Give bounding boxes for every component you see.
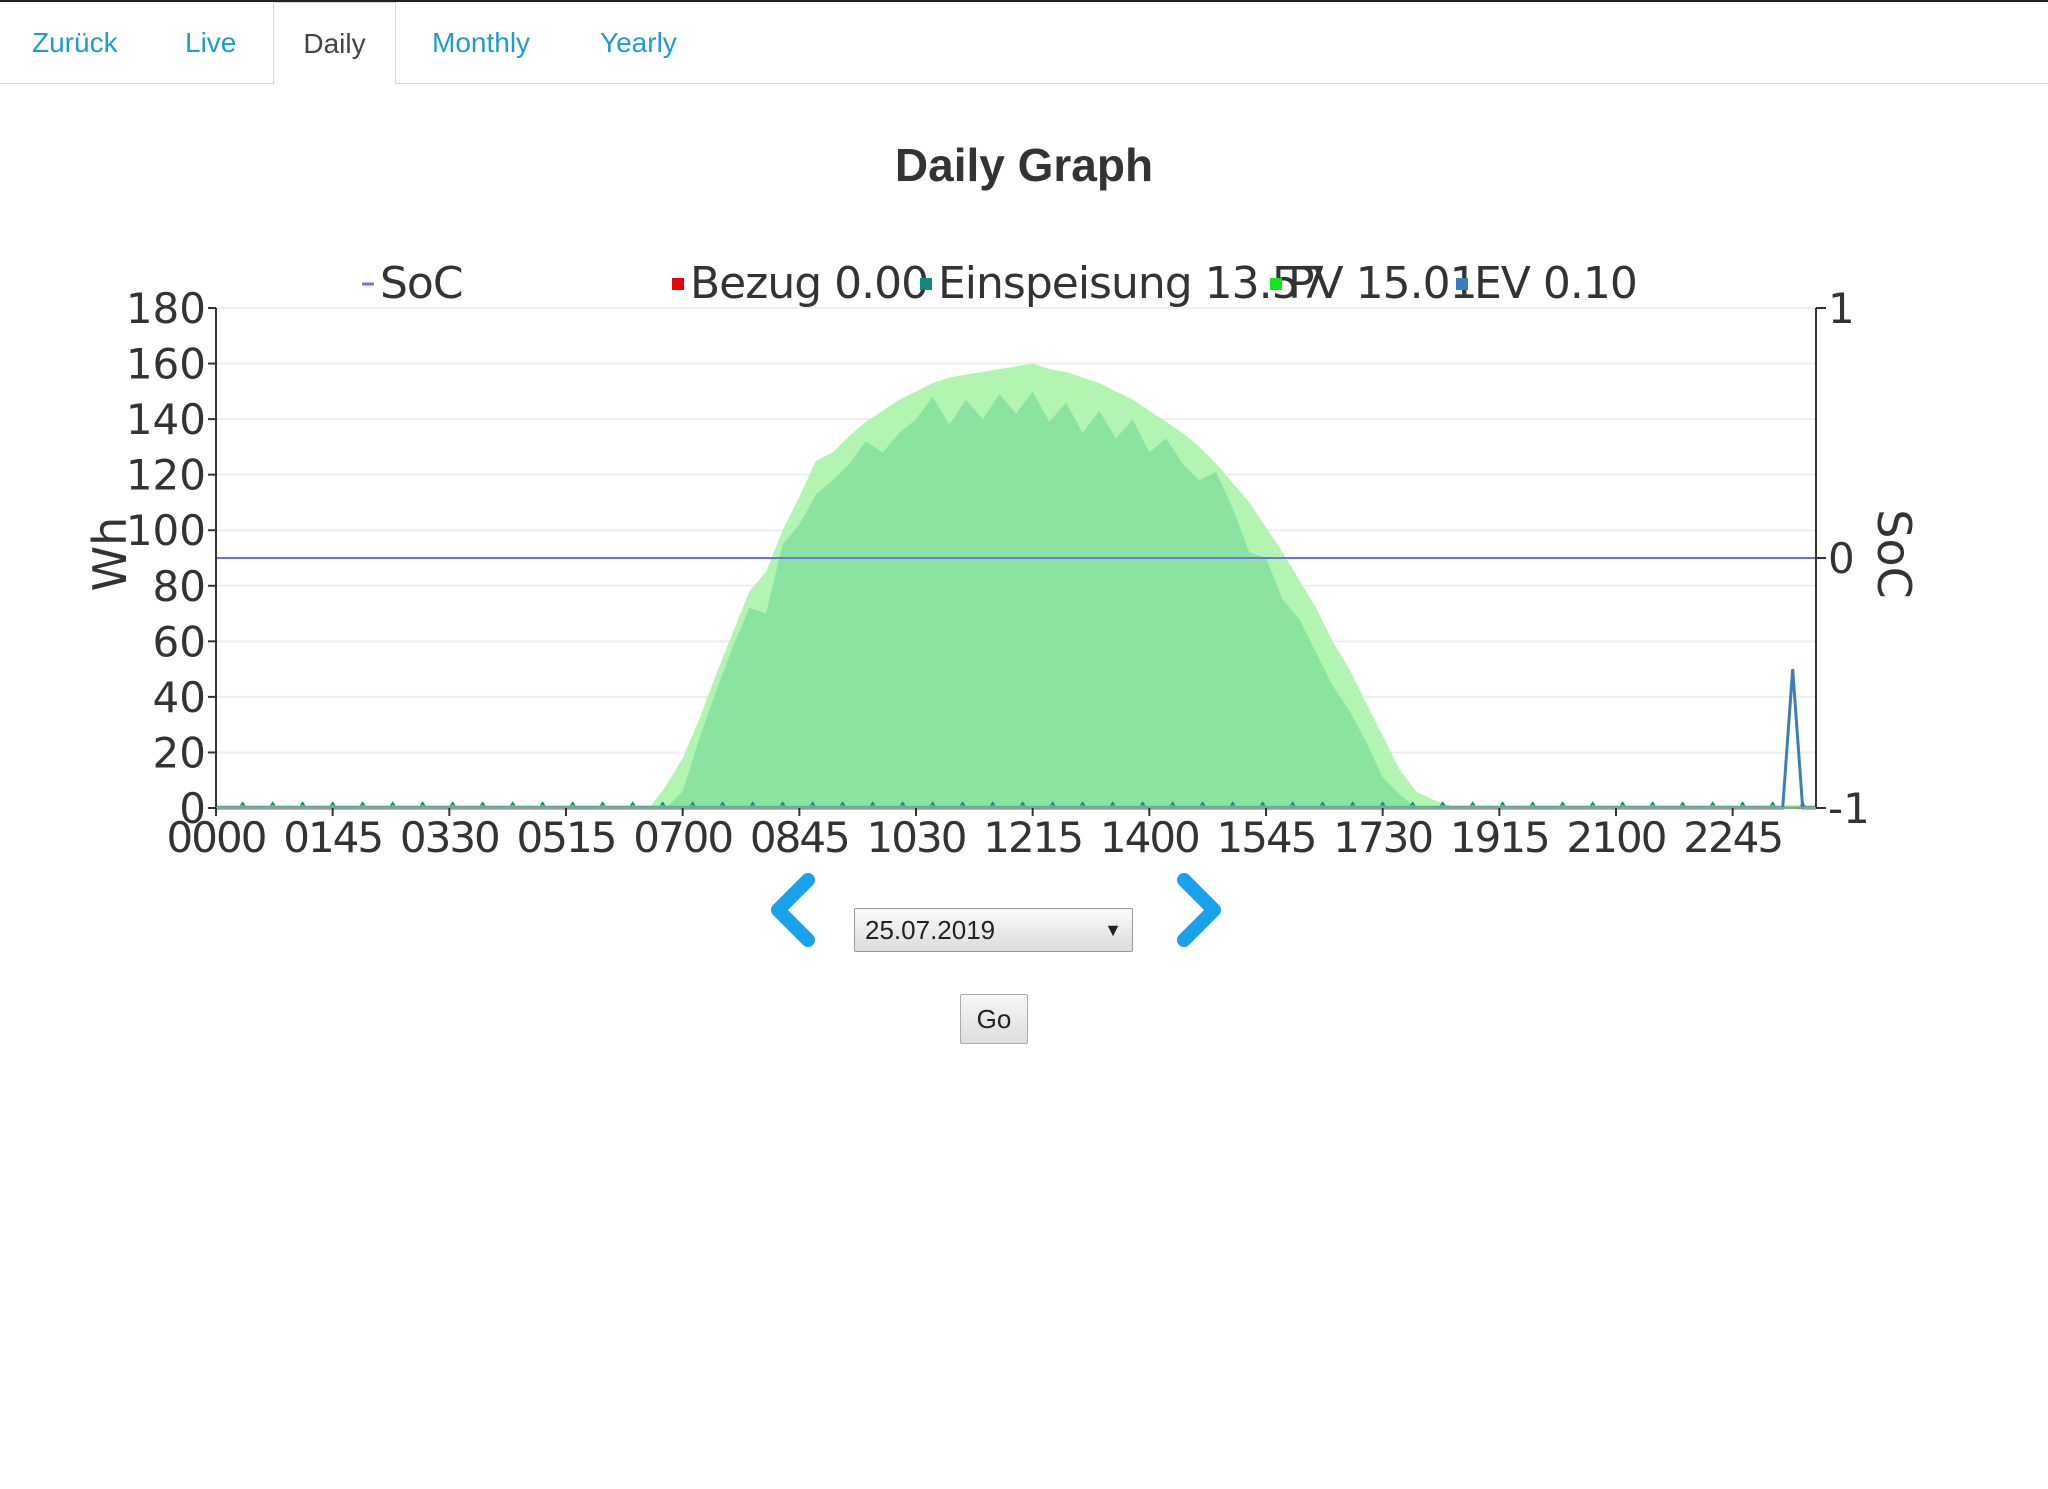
y-tick-label: 160 bbox=[126, 340, 206, 389]
legend-label: PV 15.01 bbox=[1288, 258, 1477, 309]
y-axis-label: Wh bbox=[83, 517, 137, 592]
go-button[interactable]: Go bbox=[960, 994, 1028, 1044]
x-tick-label: 0515 bbox=[517, 813, 616, 862]
tab-daily[interactable]: Daily bbox=[273, 2, 396, 85]
x-tick-label: 2245 bbox=[1683, 813, 1782, 862]
page-title: Daily Graph bbox=[894, 139, 1154, 191]
chevron-right-icon bbox=[1177, 873, 1221, 947]
y2-axis-label: SoC bbox=[1867, 509, 1921, 598]
next-day-button[interactable] bbox=[1170, 870, 1230, 950]
y2-tick-label: 1 bbox=[1828, 284, 1855, 333]
chevron-left-icon bbox=[771, 873, 815, 947]
x-tick-label: 2100 bbox=[1567, 813, 1666, 862]
y-tick-label: 120 bbox=[126, 451, 206, 500]
tab-live[interactable]: Live bbox=[185, 2, 236, 84]
y-tick-label: 40 bbox=[153, 673, 206, 722]
y2-tick-label: 0 bbox=[1828, 534, 1855, 583]
tab-zurueck[interactable]: Zurück bbox=[32, 2, 118, 84]
legend-marker bbox=[920, 278, 932, 290]
y-tick-label: 100 bbox=[126, 506, 206, 555]
y-tick-label: 140 bbox=[126, 395, 206, 444]
date-select[interactable]: 25.07.2019 ▼ bbox=[854, 908, 1133, 952]
x-tick-label: 0000 bbox=[167, 813, 266, 862]
tab-yearly[interactable]: Yearly bbox=[600, 2, 677, 84]
legend-label: EV 0.10 bbox=[1474, 258, 1637, 309]
einspeisung-area bbox=[216, 391, 1816, 808]
x-tick-label: 0700 bbox=[633, 813, 732, 862]
x-tick-label: 1730 bbox=[1333, 813, 1432, 862]
y-tick-label: 80 bbox=[153, 562, 206, 611]
legend-marker bbox=[1270, 278, 1282, 290]
daily-chart: 020406080100120140160180-1010000 0145 0330… bbox=[83, 258, 1921, 862]
x-tick-label: 1400 bbox=[1100, 813, 1199, 862]
x-tick-label: 0845 bbox=[750, 813, 849, 862]
legend-label: Bezug 0.00 bbox=[690, 258, 928, 309]
chart-legend: SoC Bezug 0.00 Einspeisung 13.57PV 15.01EV… bbox=[362, 258, 1638, 309]
y-tick-label: 60 bbox=[153, 617, 206, 666]
x-tick-label: 1545 bbox=[1217, 813, 1316, 862]
x-tick-label: 1915 bbox=[1450, 813, 1549, 862]
y-tick-label: 20 bbox=[153, 728, 206, 777]
x-tick-label: 1215 bbox=[983, 813, 1082, 862]
date-select-value: 25.07.2019 bbox=[865, 915, 996, 945]
legend-marker bbox=[1456, 278, 1468, 290]
triangle-down-icon: ▼ bbox=[1104, 920, 1122, 940]
prev-day-button[interactable] bbox=[762, 870, 822, 950]
tab-bar: Zurück Live Daily Monthly Yearly bbox=[0, 2, 2048, 85]
legend-label: SoC bbox=[380, 258, 463, 309]
x-tick-label: 0145 bbox=[283, 813, 382, 862]
y-tick-label: 180 bbox=[126, 284, 206, 333]
x-tick-label: 0330 bbox=[400, 813, 499, 862]
x-tick-label: 1030 bbox=[867, 813, 966, 862]
tab-monthly[interactable]: Monthly bbox=[432, 2, 530, 84]
y2-tick-label: -1 bbox=[1828, 784, 1870, 833]
legend-label: Einspeisung 13.57 bbox=[938, 258, 1326, 309]
legend-marker bbox=[672, 278, 684, 290]
